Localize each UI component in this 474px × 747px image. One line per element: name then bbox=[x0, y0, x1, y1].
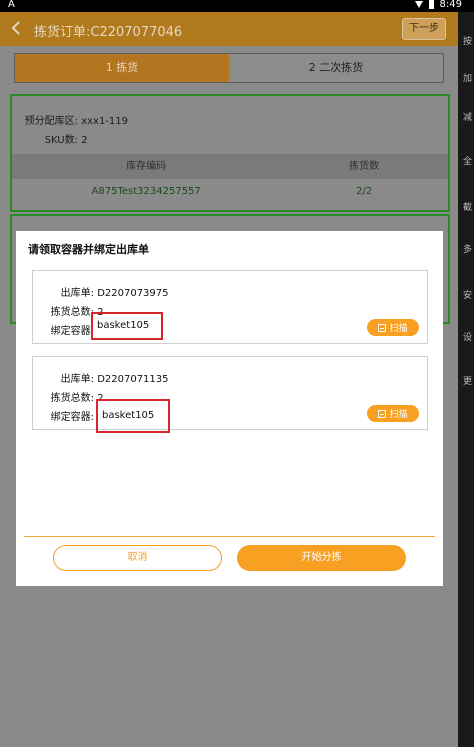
area-row: 预分配库区: xxx1-119 bbox=[20, 112, 128, 127]
bind-container-dialog: 请领取容器并绑定出库单 出库单: D2207073975 拣货总数: 2 绑定容… bbox=[16, 231, 443, 586]
order-no-row: 出库单: D2207073975 bbox=[41, 284, 169, 299]
table-row[interactable]: A875Test3234257557 2/2 bbox=[12, 179, 448, 204]
nav-item-1[interactable]: 按 bbox=[463, 34, 474, 47]
scan-button[interactable]: 扫描 bbox=[367, 405, 419, 422]
scan-button[interactable]: 扫描 bbox=[367, 319, 419, 336]
nav-item-7[interactable]: 安 bbox=[463, 288, 474, 301]
start-sorting-button[interactable]: 开始分拣 bbox=[237, 545, 406, 571]
row-code: A875Test3234257557 bbox=[91, 186, 201, 197]
back-arrow-icon[interactable] bbox=[10, 21, 22, 35]
nav-item-6[interactable]: 多 bbox=[463, 242, 474, 255]
nav-item-4[interactable]: 全 bbox=[463, 154, 474, 167]
status-time: 8:49 bbox=[439, 0, 462, 10]
battery-icon bbox=[428, 0, 434, 9]
column-header-qty: 拣货数 bbox=[349, 161, 380, 172]
tab-second-pick[interactable]: 2 二次拣货 bbox=[229, 54, 443, 82]
scan-icon bbox=[378, 409, 387, 418]
scan-icon bbox=[378, 323, 387, 332]
total-label: 拣货总数: bbox=[50, 393, 94, 404]
tab-pick[interactable]: 1 拣货 bbox=[15, 54, 229, 82]
container-label: 绑定容器: bbox=[50, 412, 94, 423]
order-no-value: D2207073975 bbox=[97, 288, 169, 299]
sku-label: SKU数: bbox=[44, 135, 78, 146]
dialog-title: 请领取容器并绑定出库单 bbox=[28, 243, 149, 256]
order-no-label: 出库单: bbox=[60, 374, 94, 385]
app-header: 拣货订单:C2207077046 下一步 bbox=[0, 12, 458, 46]
column-header-code: 库存编码 bbox=[126, 161, 167, 172]
container-row: 绑定容器: bbox=[41, 322, 94, 337]
order-card-2: 出库单: D2207071135 拣货总数: 2 绑定容器: basket105… bbox=[32, 356, 428, 433]
wifi-icon bbox=[414, 1, 423, 8]
order-no-label: 出库单: bbox=[60, 288, 94, 299]
sku-row: SKU数: 2 bbox=[20, 131, 88, 146]
order-no-value: D2207071135 bbox=[97, 374, 169, 385]
container-value-field[interactable]: basket105 bbox=[91, 312, 163, 340]
scan-label: 扫描 bbox=[389, 324, 408, 334]
order-card-1: 出库单: D2207073975 拣货总数: 2 绑定容器: basket105… bbox=[32, 270, 428, 344]
screen: A 8:49 拣货订单:C2207077046 下一步 1 拣货 2 二次拣货 … bbox=[0, 0, 474, 747]
side-nav-strip: 按 加 减 全 截 多 安 设 更 bbox=[458, 12, 474, 747]
sku-value: 2 bbox=[81, 135, 88, 146]
nav-item-2[interactable]: 加 bbox=[463, 71, 474, 84]
table-header: 库存编码 拣货数 bbox=[12, 154, 448, 179]
total-label: 拣货总数: bbox=[50, 307, 94, 318]
status-bar: A 8:49 bbox=[0, 0, 474, 12]
pick-summary-card: 预分配库区: xxx1-119 SKU数: 2 库存编码 拣货数 A875Tes… bbox=[10, 94, 450, 212]
nav-item-9[interactable]: 更 bbox=[463, 374, 474, 387]
cancel-button[interactable]: 取消 bbox=[53, 545, 222, 571]
order-no-row: 出库单: D2207071135 bbox=[41, 370, 169, 385]
page-title: 拣货订单:C2207077046 bbox=[34, 25, 183, 40]
total-row: 拣货总数: 2 bbox=[41, 389, 104, 404]
tab-bar: 1 拣货 2 二次拣货 bbox=[14, 53, 444, 83]
nav-item-8[interactable]: 设 bbox=[463, 330, 474, 343]
area-label: 预分配库区: bbox=[24, 116, 78, 127]
nav-item-3[interactable]: 减 bbox=[463, 110, 474, 123]
container-row: 绑定容器: bbox=[41, 408, 94, 423]
row-qty: 2/2 bbox=[356, 186, 373, 197]
dialog-divider bbox=[24, 536, 435, 537]
container-label: 绑定容器: bbox=[50, 326, 94, 337]
container-value-field[interactable]: basket105 bbox=[96, 399, 170, 433]
scan-label: 扫描 bbox=[389, 410, 408, 420]
next-step-button[interactable]: 下一步 bbox=[402, 18, 446, 40]
area-value: xxx1-119 bbox=[81, 116, 128, 127]
status-left-glyph: A bbox=[8, 0, 15, 10]
nav-item-5[interactable]: 截 bbox=[463, 200, 474, 213]
